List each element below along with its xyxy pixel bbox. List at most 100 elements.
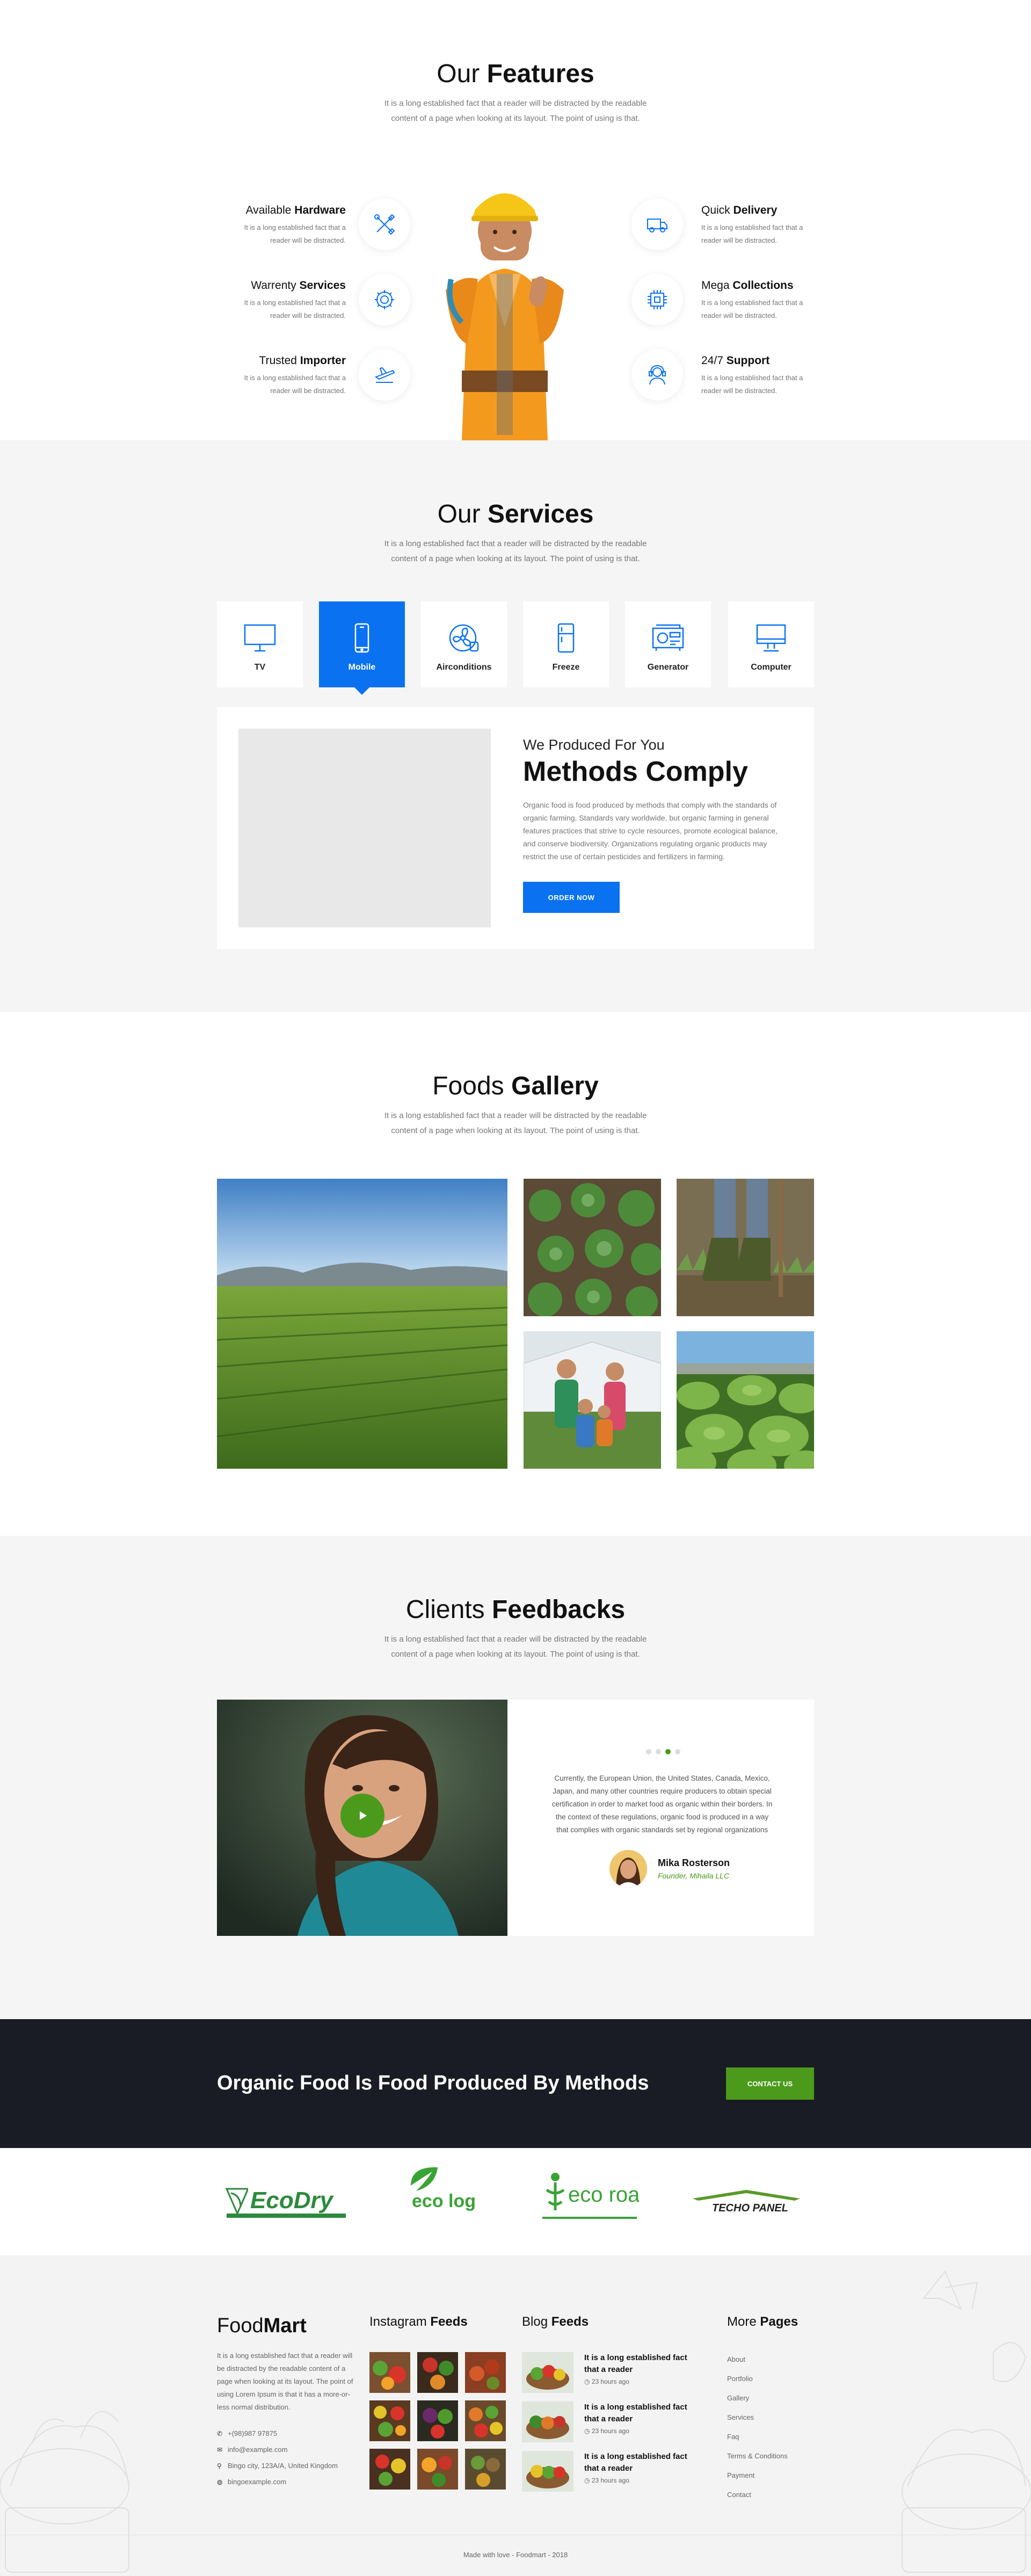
instagram-photo[interactable] [417, 2400, 458, 2441]
tab-generator[interactable]: Generator [625, 601, 711, 687]
more-pages-heading: More Pages [727, 2314, 798, 2329]
tab-computer[interactable]: Computer [728, 601, 814, 687]
generator-icon [652, 624, 684, 651]
gallery-section: Foods Gallery It is a long established f… [0, 1012, 1031, 1536]
logo-text: TECHO PANEL [712, 2202, 788, 2214]
logo-ecologic[interactable]: eco logic [405, 2164, 491, 2231]
mobile-icon [354, 623, 369, 653]
instagram-photo[interactable] [369, 2400, 410, 2441]
feature-support: 24/7 Support It is a long established fa… [631, 349, 825, 424]
logo-ecodry[interactable]: EcoDry [224, 2183, 348, 2224]
blog-item[interactable]: It is a long established fact that a rea… [522, 2352, 697, 2401]
services-subtitle: It is a long established fact that a rea… [384, 539, 647, 563]
gallery-image-lettuce[interactable] [677, 1331, 814, 1469]
features-subtitle: It is a long established fact that a rea… [384, 99, 647, 123]
carousel-dot[interactable] [656, 1749, 661, 1754]
avatar [609, 1850, 647, 1888]
features-left-column: Available Hardware It is a long establis… [217, 199, 410, 424]
footer-about-text: It is a long established fact that a rea… [217, 2352, 353, 2411]
play-button[interactable] [340, 1794, 384, 1838]
carousel-dots [646, 1749, 680, 1754]
gallery-image-family[interactable] [524, 1331, 661, 1469]
mail-icon: ✉ [217, 2446, 223, 2454]
instagram-photo[interactable] [465, 2352, 506, 2393]
contact-text: Bingo city, 123A/A, United Kingdom [228, 2462, 338, 2470]
feature-title: Trusted Importer [259, 354, 346, 367]
feature-title: Quick Delivery [701, 204, 778, 216]
instagram-photo[interactable] [465, 2449, 506, 2490]
instagram-photo[interactable] [465, 2400, 506, 2441]
instagram-photo[interactable] [417, 2352, 458, 2393]
fan-icon [449, 624, 479, 652]
services-tabs: TV Mobile Airconditions Freeze Generator… [217, 601, 814, 695]
logo-ecoroad[interactable]: eco road [542, 2169, 652, 2231]
feature-desc: It is a long established fact that a rea… [701, 299, 803, 320]
tab-freeze[interactable]: Freeze [523, 601, 609, 687]
services-section: Our Services It is a long established fa… [0, 440, 1031, 1012]
service-image-placeholder [238, 729, 491, 927]
gallery-image-field[interactable] [217, 1179, 507, 1469]
footer-link-gallery[interactable]: Gallery [727, 2389, 798, 2408]
carousel-dot[interactable] [675, 1749, 680, 1754]
footer-link-services[interactable]: Services [727, 2408, 798, 2427]
tab-tv[interactable]: TV [217, 601, 303, 687]
instagram-photo[interactable] [369, 2449, 410, 2490]
footer-brand[interactable]: FoodMart [217, 2314, 357, 2338]
blog-title: It is a long established fact that a rea… [584, 2403, 687, 2423]
carousel-dot[interactable] [646, 1749, 651, 1754]
testimonial-video[interactable] [217, 1700, 507, 1936]
partner-logos: EcoDry eco logic eco road TECHO PANEL [0, 2148, 1031, 2255]
instagram-photo[interactable] [369, 2352, 410, 2393]
blog-item[interactable]: It is a long established fact that a rea… [522, 2451, 697, 2500]
gallery-image-boots[interactable] [677, 1179, 814, 1316]
feature-desc: It is a long established fact that a rea… [701, 374, 803, 395]
pages-list: About Portfolio Gallery Services Faq Ter… [727, 2350, 798, 2505]
tab-label: Freeze [552, 663, 580, 672]
service-body: Organic food is food produced by methods… [523, 801, 778, 861]
blog-time: ◷ 23 hours ago [584, 2378, 629, 2385]
contact-us-button[interactable]: CONTACT US [726, 2067, 814, 2100]
order-now-button[interactable]: ORDER NOW [523, 882, 620, 913]
tab-airconditions[interactable]: Airconditions [421, 601, 507, 687]
feature-title: Mega Collections [701, 279, 794, 292]
features-right-column: Quick Delivery It is a long established … [631, 199, 825, 424]
footer: FoodMart It is a long established fact t… [0, 2255, 1031, 2576]
feature-warranty: Warrenty Services It is a long establish… [217, 274, 410, 349]
footer-link-payment[interactable]: Payment [727, 2466, 798, 2485]
footer-link-terms[interactable]: Terms & Conditions [727, 2447, 798, 2466]
contact-phone[interactable]: ✆ +(98)987 97875 [217, 2426, 357, 2442]
footer-instagram-column: Instagram Feeds [369, 2314, 506, 2490]
tab-label: Mobile [348, 663, 376, 672]
carousel-dot-active[interactable] [665, 1749, 671, 1754]
blog-thumbnail [522, 2401, 573, 2442]
contact-text: +(98)987 97875 [228, 2429, 278, 2437]
logo-techopanel[interactable]: TECHO PANEL [687, 2187, 805, 2222]
feature-collections: Mega Collections It is a long establishe… [631, 274, 825, 349]
fridge-icon [557, 623, 575, 653]
footer-link-portfolio[interactable]: Portfolio [727, 2369, 798, 2389]
blog-time: ◷ 23 hours ago [584, 2477, 629, 2484]
truck-icon [631, 199, 683, 250]
blog-item[interactable]: It is a long established fact that a rea… [522, 2401, 697, 2451]
gallery-subtitle: It is a long established fact that a rea… [384, 1111, 647, 1135]
tab-mobile[interactable]: Mobile [319, 601, 405, 695]
globe-icon: ◍ [217, 2478, 223, 2486]
computer-icon [756, 624, 786, 652]
blog-thumbnail [522, 2352, 573, 2393]
gear-icon [359, 274, 410, 325]
worker-image [446, 193, 564, 440]
footer-pages-column: More Pages About Portfolio Gallery Servi… [727, 2314, 798, 2505]
footer-link-faq[interactable]: Faq [727, 2427, 798, 2447]
contact-email[interactable]: ✉ info@example.com [217, 2442, 357, 2458]
pin-icon: ⚲ [217, 2462, 222, 2470]
chip-icon [631, 274, 683, 325]
contact-address: ⚲ Bingo city, 123A/A, United Kingdom [217, 2458, 357, 2474]
contact-website[interactable]: ◍ bingoexample.com [217, 2474, 357, 2490]
footer-link-contact[interactable]: Contact [727, 2485, 798, 2505]
instagram-photo[interactable] [417, 2449, 458, 2490]
footer-link-about[interactable]: About [727, 2350, 798, 2369]
gallery-image-cabbage[interactable] [524, 1179, 661, 1316]
airplane-icon [359, 349, 410, 401]
contact-text: bingoexample.com [228, 2478, 287, 2486]
gallery-title: Foods Gallery [432, 1072, 599, 1100]
